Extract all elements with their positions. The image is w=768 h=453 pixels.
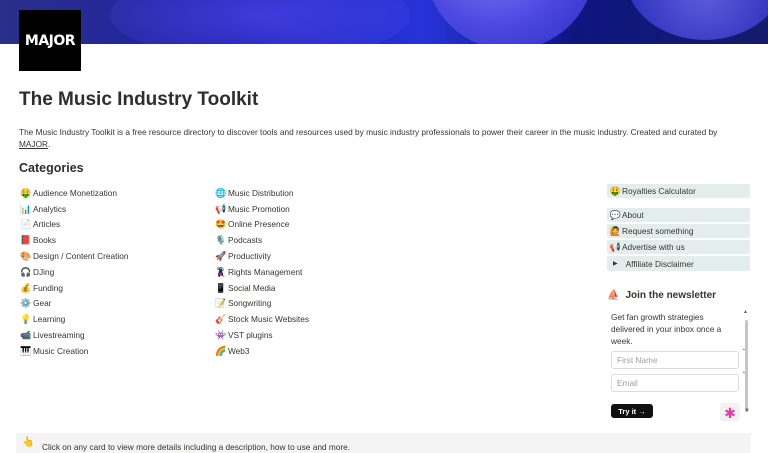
first-name-input[interactable]: First Name [611,351,739,369]
category-rights-management[interactable]: 🦹 Rights Management [215,264,309,280]
money-bag-icon: 💰 [20,282,32,293]
send-icon: ⛵ [607,290,620,301]
newsletter-text: Get fan growth strategies delivered in y… [611,312,722,346]
rocket-icon: 🚀 [215,251,227,262]
gear-icon: ⚙️ [20,298,32,309]
category-djing[interactable]: 🎧 DJing [20,264,128,280]
category-podcasts[interactable]: 🎙️ Podcasts [215,232,309,248]
footer-text: Click on any card to view more details i… [42,442,351,452]
newsletter-widget: ⛵ Join the newsletter Get fan growth stra… [607,290,750,418]
lightbulb-icon: 💡 [20,314,32,325]
money-face-icon: 🤑 [20,187,32,198]
palette-icon: 🎨 [20,251,32,262]
document-icon: 📄 [20,219,32,230]
about-button[interactable]: 💬 About [607,208,750,222]
footer-callout: 👆 Click on any card to view more details… [16,433,751,453]
guitar-icon: 🎸 [215,314,227,325]
category-productivity[interactable]: 🚀 Productivity [215,248,309,264]
alien-monster-icon: 👾 [215,330,227,341]
category-design-content-creation[interactable]: 🎨 Design / Content Creation [20,248,128,264]
categories-heading: Categories [19,161,84,175]
description-end: . [48,139,51,149]
speech-bubble-icon: 💬 [609,209,622,220]
page-title: The Music Industry Toolkit [19,89,259,110]
triangle-right-icon: ▶ [613,261,618,267]
request-something-button[interactable]: 🙋 Request something [607,224,750,238]
asterisk-icon[interactable]: ✱ [720,403,740,421]
category-stock-music-websites[interactable]: 🎸 Stock Music Websites [215,311,309,327]
sidebar-links: 💬 About 🙋 Request something 📢 Advertise wit… [607,208,750,273]
advertise-button[interactable]: 📢 Advertise with us [607,240,750,254]
category-funding[interactable]: 💰 Funding [20,280,128,296]
star-eyes-icon: 🤩 [215,219,227,230]
cover-blob [425,0,595,44]
scroll-down-icon[interactable]: ▼ [744,408,750,414]
category-music-distribution[interactable]: 🌐 Music Distribution [215,185,309,201]
royalties-calculator-button[interactable]: 🤑 Royalties Calculator [607,184,750,198]
megaphone-icon: 📢 [609,241,622,252]
phone-icon: 📱 [215,282,227,293]
category-music-creation[interactable]: 🎹 Music Creation [20,343,128,359]
category-gear[interactable]: ⚙️ Gear [20,296,128,312]
cover-glow [110,0,410,44]
microphone-icon: 🎙️ [215,235,227,246]
category-social-media[interactable]: 📱 Social Media [215,280,309,296]
cover-blob [625,0,768,40]
piano-icon: 🎹 [20,345,32,356]
email-input[interactable]: Email [611,374,739,392]
video-camera-icon: 📹 [20,330,32,341]
pointing-hand-icon: 👆 [22,437,35,448]
category-analytics[interactable]: 📊 Analytics [20,201,128,217]
scroll-up-icon[interactable]: ▲ [743,309,748,315]
categories-column-2: 🌐 Music Distribution 📢 Music Promotion 🤩 On… [215,185,309,359]
category-songwriting[interactable]: 📝 Songwriting [215,296,309,312]
category-online-presence[interactable]: 🤩 Online Presence [215,217,309,233]
headphones-icon: 🎧 [20,266,32,277]
major-link[interactable]: MAJOR [19,139,48,149]
memo-icon: 📝 [215,298,227,309]
scroll-indicator-icon: ▪ [743,347,745,353]
cover-banner [0,0,768,44]
category-web3[interactable]: 🌈 Web3 [215,343,309,359]
category-learning[interactable]: 💡 Learning [20,311,128,327]
supervillain-icon: 🦹 [215,266,227,277]
newsletter-scrollbar[interactable] [745,320,748,412]
rainbow-icon: 🌈 [215,345,227,356]
try-it-button[interactable]: Try it → [611,404,653,418]
categories-column-1: 🤑 Audience Monetization 📊 Analytics 📄 Artic… [20,185,128,359]
category-music-promotion[interactable]: 📢 Music Promotion [215,201,309,217]
category-books[interactable]: 📕 Books [20,232,128,248]
book-icon: 📕 [20,235,32,246]
bar-chart-icon: 📊 [20,203,32,214]
category-livestreaming[interactable]: 📹 Livestreaming [20,327,128,343]
category-articles[interactable]: 📄 Articles [20,217,128,233]
category-vst-plugins[interactable]: 👾 VST plugins [215,327,309,343]
category-audience-monetization[interactable]: 🤑 Audience Monetization [20,185,128,201]
major-logo: MAJOR [19,10,81,71]
description-text: The Music Industry Toolkit is a free res… [19,127,718,137]
affiliate-disclaimer-toggle[interactable]: ▶ Affiliate Disclaimer [607,256,750,271]
megaphone-icon: 📢 [215,203,227,214]
globe-icon: 🌐 [215,187,227,198]
money-face-icon: 🤑 [609,185,622,196]
newsletter-heading: ⛵ Join the newsletter [607,290,717,301]
sidebar-royalties: 🤑 Royalties Calculator [607,184,750,200]
raising-hand-icon: 🙋 [609,225,622,236]
page-description: The Music Industry Toolkit is a free res… [19,126,744,150]
scroll-indicator-icon: ▪ [743,370,745,376]
